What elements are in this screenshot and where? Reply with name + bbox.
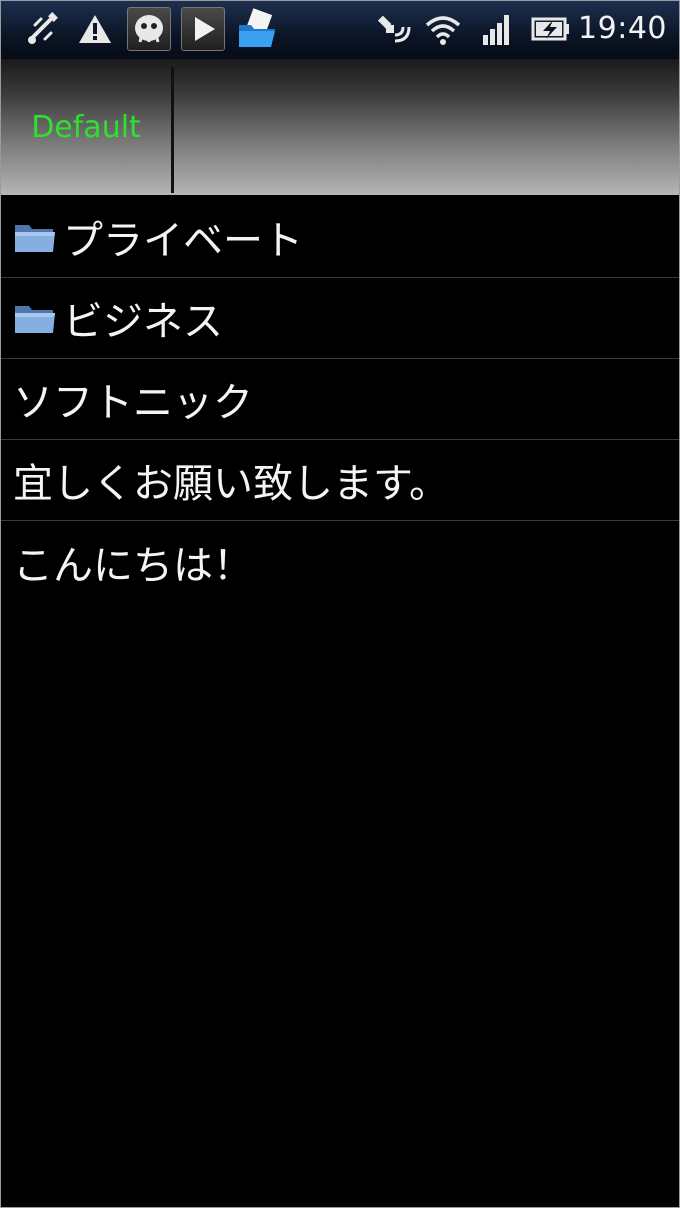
list-item-label: ソフトニック xyxy=(13,380,253,426)
status-bar: 19:40 xyxy=(1,1,679,60)
battery-charging-icon xyxy=(531,17,569,41)
list-item-memo[interactable]: こんにちは！ xyxy=(1,521,679,602)
usb-debug-icon xyxy=(28,12,58,44)
list-item-folder-private[interactable]: プライベート xyxy=(1,197,679,278)
tab-default[interactable]: Default xyxy=(1,59,171,195)
list-item-label: こんにちは！ xyxy=(13,542,253,589)
folder-tab-strip: Default xyxy=(1,59,679,195)
list-item-label: 宜しくお願い致します。 xyxy=(13,461,449,507)
folder-notification-icon[interactable] xyxy=(235,7,279,51)
app-window: 19:40 Default プライベート ビジネス ソフトニック 宜しくお願い致… xyxy=(0,0,680,1208)
tab-divider xyxy=(171,67,174,193)
folder-icon xyxy=(15,225,55,252)
list-item-memo[interactable]: 宜しくお願い致します。 xyxy=(1,440,679,521)
folder-icon xyxy=(15,306,55,333)
list-item-label: ビジネス xyxy=(63,299,223,345)
list-item-memo[interactable]: ソフトニック xyxy=(1,359,679,440)
signal-icon xyxy=(483,15,509,45)
play-store-icon[interactable] xyxy=(181,7,225,51)
wifi-icon xyxy=(425,16,461,45)
list-item-folder-business[interactable]: ビジネス xyxy=(1,278,679,359)
list-item-label: プライベート xyxy=(63,218,303,264)
clock-time: 19:40 xyxy=(578,11,667,46)
memo-list: プライベート ビジネス ソフトニック 宜しくお願い致します。 こんにちは！ xyxy=(1,197,679,602)
app-notification-icon[interactable] xyxy=(127,7,171,51)
warning-icon xyxy=(79,15,111,43)
gps-icon xyxy=(377,15,411,43)
